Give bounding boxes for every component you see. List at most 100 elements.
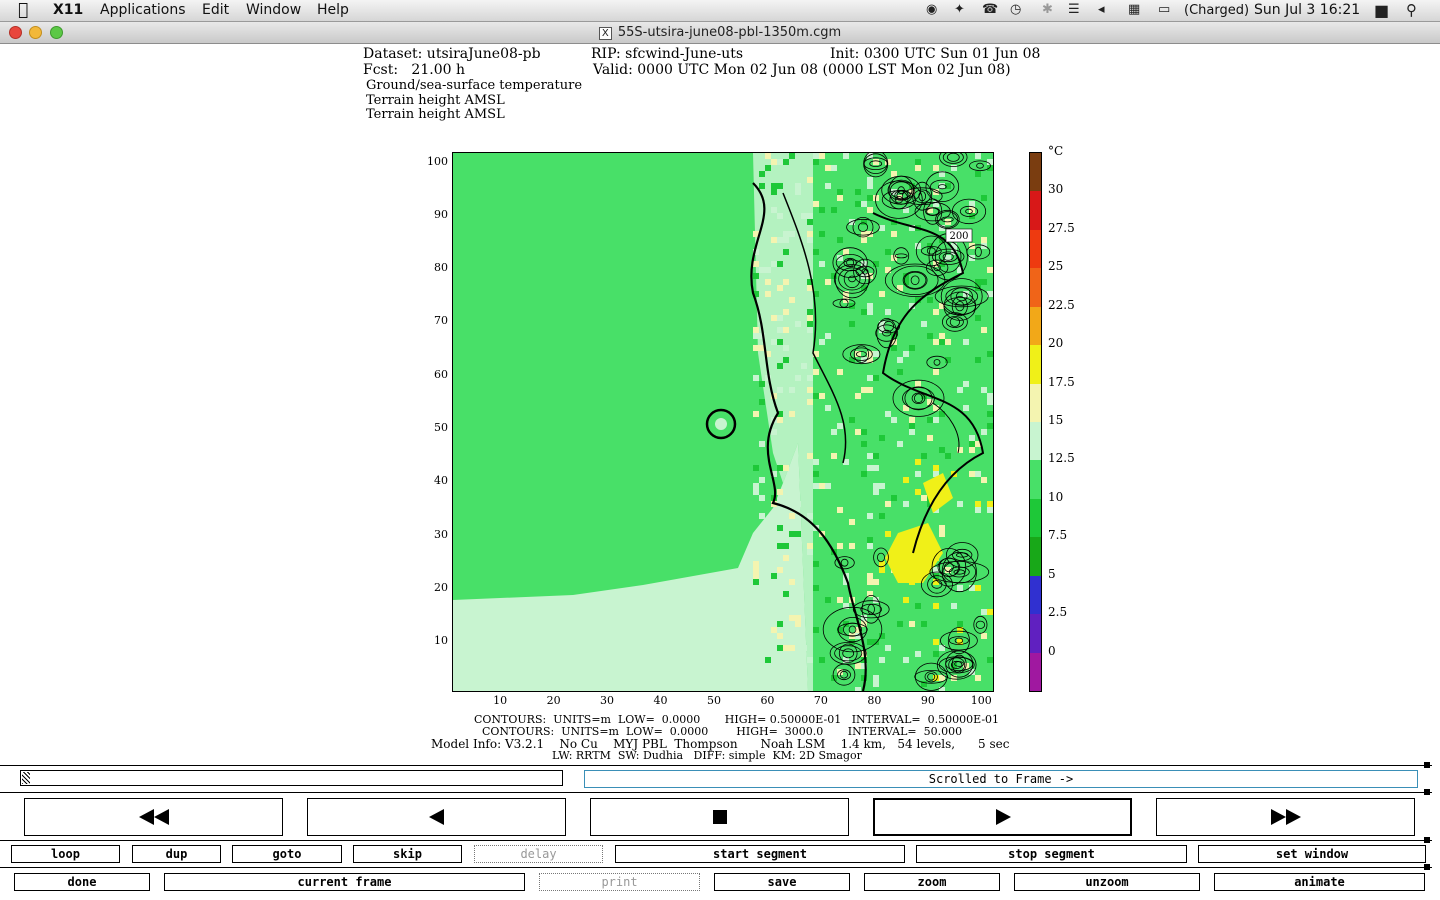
y-tick-label: 40: [434, 474, 448, 488]
land-pixel: [753, 327, 759, 333]
land-pixel: [867, 537, 873, 543]
land-pixel: [987, 267, 993, 273]
land-pixel: [939, 531, 945, 537]
land-pixel: [783, 555, 789, 561]
land-pixel: [765, 627, 771, 633]
frame-status: Scrolled to Frame ->: [584, 770, 1418, 788]
land-pixel: [831, 207, 837, 213]
land-pixel: [855, 429, 861, 435]
colorbar-label: 10: [1048, 489, 1064, 504]
spotlight-search-icon[interactable]: ⚲: [1406, 1, 1417, 19]
stop-button[interactable]: [590, 798, 849, 836]
land-pixel: [975, 507, 981, 513]
temperature-map-plot: 200: [452, 152, 994, 692]
land-pixel: [867, 207, 873, 213]
goto-button[interactable]: goto: [232, 845, 342, 863]
stop-segment-button[interactable]: stop segment: [916, 845, 1187, 863]
land-pixel: [867, 579, 873, 585]
land-pixel: [879, 483, 885, 489]
zoom-button[interactable]: zoom: [864, 873, 1000, 891]
land-pixel: [987, 165, 993, 171]
land-pixel: [795, 501, 801, 507]
header-valid: Valid: 0000 UTC Mon 02 Jun 08 (0000 LST …: [593, 62, 1011, 78]
menu-app-x11[interactable]: X11: [53, 2, 83, 18]
step-back-button[interactable]: [307, 798, 566, 836]
colorbar: [1029, 152, 1042, 692]
battery-icon[interactable]: ▭: [1158, 2, 1170, 17]
land-pixel: [981, 477, 987, 483]
save-button[interactable]: save: [714, 873, 850, 891]
land-pixel: [807, 549, 813, 555]
land-pixel: [963, 405, 969, 411]
land-pixel: [861, 201, 867, 207]
land-pixel: [765, 153, 771, 159]
colorbar-segment: [1030, 422, 1041, 462]
land-pixel: [777, 183, 783, 189]
user-icon[interactable]: ■: [1374, 1, 1389, 20]
frame-scrollbar-thumb[interactable]: [22, 772, 30, 784]
land-pixel: [753, 465, 759, 471]
volume-icon[interactable]: ◂: [1098, 2, 1105, 17]
land-pixel: [921, 621, 927, 627]
tools-icon[interactable]: ✦: [954, 2, 965, 17]
y-tick-label: 100: [427, 154, 448, 168]
calendar-icon[interactable]: ▦: [1128, 2, 1140, 17]
apple-icon[interactable]: : [18, 0, 28, 20]
fast-forward-button[interactable]: [1156, 798, 1415, 836]
menu-clock[interactable]: Sun Jul 3 16:21: [1254, 2, 1360, 18]
land-pixel: [873, 579, 879, 585]
land-pixel: [909, 621, 915, 627]
land-pixel: [939, 447, 945, 453]
colorbar-segment: [1030, 153, 1041, 193]
land-pixel: [891, 495, 897, 501]
loop-button[interactable]: loop: [11, 845, 120, 863]
land-pixel: [861, 429, 867, 435]
land-pixel: [807, 213, 813, 219]
menu-applications[interactable]: Applications: [100, 2, 186, 18]
print-button[interactable]: print: [539, 873, 700, 891]
menu-help[interactable]: Help: [317, 2, 349, 18]
step-forward-button[interactable]: [873, 798, 1132, 836]
x-tick-label: 90: [920, 694, 935, 707]
menu-window[interactable]: Window: [246, 2, 301, 18]
set-window-button[interactable]: set window: [1198, 845, 1426, 863]
land-pixel: [807, 219, 813, 225]
frame-scrollbar[interactable]: [20, 770, 563, 786]
land-pixel: [975, 495, 981, 501]
start-segment-button[interactable]: start segment: [615, 845, 905, 863]
land-pixel: [855, 687, 861, 691]
phone-icon[interactable]: ☎: [982, 2, 998, 17]
wifi-icon[interactable]: ☰: [1068, 2, 1080, 17]
colorbar-segment: [1030, 498, 1041, 539]
current-frame-button[interactable]: current frame: [164, 873, 525, 891]
land-pixel: [885, 249, 891, 255]
land-pixel: [771, 189, 777, 195]
land-pixel: [885, 531, 891, 537]
land-pixel: [819, 393, 825, 399]
alien-icon[interactable]: ◉: [926, 2, 937, 17]
land-pixel: [783, 237, 789, 243]
land-pixel: [867, 513, 873, 519]
land-pixel: [789, 231, 795, 237]
skip-button[interactable]: skip: [353, 845, 462, 863]
land-pixel: [771, 207, 777, 213]
rewind-button[interactable]: [24, 798, 283, 836]
menu-edit[interactable]: Edit: [202, 2, 229, 18]
unzoom-button[interactable]: unzoom: [1014, 873, 1200, 891]
done-button[interactable]: done: [14, 873, 150, 891]
time-machine-icon[interactable]: ◷: [1010, 2, 1021, 17]
land-pixel: [939, 687, 945, 691]
land-pixel: [753, 375, 759, 381]
animate-button[interactable]: animate: [1214, 873, 1425, 891]
header-rip: RIP: sfcwind-June-uts: [591, 46, 744, 62]
delay-button[interactable]: delay: [474, 845, 603, 863]
land-pixel: [777, 213, 783, 219]
bluetooth-icon[interactable]: ✱: [1042, 2, 1053, 17]
land-pixel: [927, 435, 933, 441]
dup-button[interactable]: dup: [132, 845, 221, 863]
window-title: 55S-utsira-june08-pbl-1350m.cgm: [617, 25, 842, 40]
land-pixel: [825, 597, 831, 603]
land-pixel: [879, 657, 885, 663]
land-pixel: [861, 309, 867, 315]
land-pixel: [861, 441, 867, 447]
